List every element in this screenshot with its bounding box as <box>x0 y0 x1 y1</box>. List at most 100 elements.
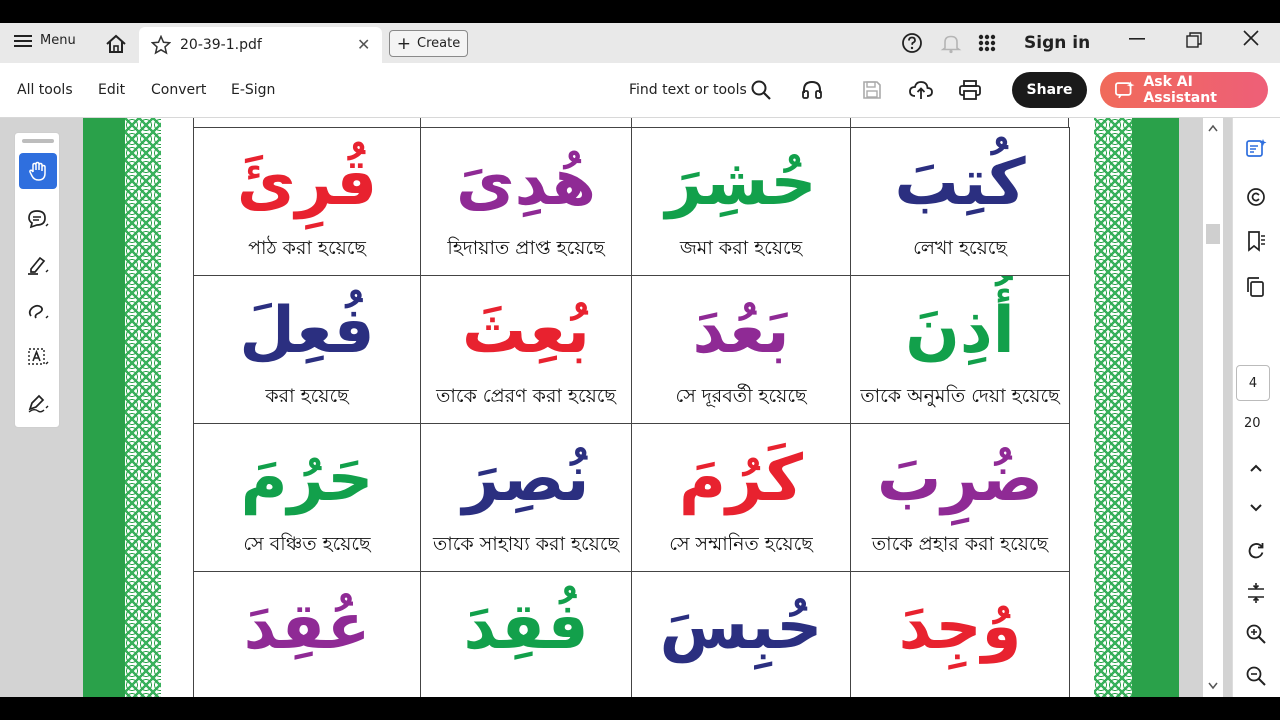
document-tab[interactable]: 20-39-1.pdf ✕ <box>139 27 382 63</box>
table-cell: ضُرِبَ তাকে প্রহার করা হয়েছে <box>850 424 1070 572</box>
arabic-word: بَعُدَ <box>692 294 790 368</box>
arabic-word: فُعِلَ <box>239 294 375 368</box>
all-tools-menu[interactable]: All tools <box>17 82 73 98</box>
zoom-out-icon[interactable] <box>1245 665 1267 691</box>
arabic-word: نُصِرَ <box>462 442 590 516</box>
table-row <box>193 118 1070 128</box>
bottom-black-bar <box>0 697 1280 720</box>
table-row: عُقِدَ فُقِدَ حُبِسَ وُجِدَ <box>193 572 1070 697</box>
menu-button[interactable]: Menu <box>14 33 76 48</box>
hand-icon <box>29 161 46 181</box>
comments-panel-icon[interactable] <box>1245 186 1267 212</box>
right-side-panel <box>1232 118 1280 697</box>
sign-in-link[interactable]: Sign in <box>1024 33 1090 53</box>
chevron-down-icon[interactable] <box>1245 496 1267 522</box>
edit-menu[interactable]: Edit <box>98 82 125 98</box>
chevron-up-icon[interactable] <box>1245 457 1267 483</box>
document-viewer: قُرِئَ পাঠ করা হয়েছে هُدِىَ হিদায়াত প্রাপ… <box>0 118 1232 697</box>
menu-label: Menu <box>40 33 76 48</box>
left-pattern-border <box>125 118 161 697</box>
bangla-meaning: তাকে প্রেরণ করা হয়েছে <box>436 385 616 407</box>
right-green-border <box>1132 118 1179 697</box>
current-page-input[interactable]: 4 <box>1236 365 1270 401</box>
read-aloud-headphones-icon[interactable] <box>801 79 823 105</box>
ask-ai-label: Ask AI Assistant <box>1143 74 1217 106</box>
bangla-meaning: পাঠ করা হয়েছে <box>248 237 366 259</box>
search-icon[interactable] <box>750 79 772 105</box>
convert-menu[interactable]: Convert <box>151 82 206 98</box>
pdf-page: قُرِئَ পাঠ করা হয়েছে هُدِىَ হিদায়াত প্রাপ… <box>83 118 1179 697</box>
vertical-scrollbar[interactable] <box>1203 118 1223 697</box>
document-name: 20-39-1.pdf <box>180 37 262 53</box>
table-body: قُرِئَ পাঠ করা হয়েছে هُدِىَ হিদায়াত প্রাপ… <box>193 128 1070 697</box>
arabic-word: بُعِثَ <box>462 294 590 368</box>
arabic-word: كَرُمَ <box>679 442 803 516</box>
star-icon[interactable] <box>150 34 172 59</box>
highlighter-icon <box>28 256 49 275</box>
table-cell <box>631 118 850 128</box>
help-icon[interactable] <box>901 32 923 54</box>
pen-sign-icon <box>28 394 49 413</box>
bangla-meaning: করা হয়েছে <box>265 385 349 407</box>
arabic-word: وُجِدَ <box>898 590 1022 664</box>
palette-grip[interactable] <box>22 139 54 143</box>
bangla-meaning: জমা করা হয়েছে <box>679 237 803 259</box>
scrollbar-thumb[interactable] <box>1206 224 1220 244</box>
table-row: فُعِلَ করা হয়েছে بُعِثَ তাকে প্রেরণ করা হয… <box>193 276 1070 424</box>
bookmarks-icon[interactable] <box>1245 230 1267 256</box>
table-cell <box>193 118 420 128</box>
table-cell: فُقِدَ <box>420 572 631 697</box>
table-cell: بَعُدَ সে দূরবর্তী হয়েছে <box>631 276 850 424</box>
comment-tool-button[interactable] <box>19 201 57 237</box>
bangla-meaning: সে দূরবর্তী হয়েছে <box>675 385 807 407</box>
bangla-meaning: সে বঞ্চিত হয়েছে <box>243 533 371 555</box>
find-text-label[interactable]: Find text or tools <box>629 82 747 98</box>
zoom-in-icon[interactable] <box>1245 623 1267 649</box>
top-black-bar <box>0 0 1280 23</box>
scroll-down-icon[interactable] <box>1208 682 1218 690</box>
bangla-meaning: তাকে সাহায্য করা হয়েছে <box>432 533 620 555</box>
home-button[interactable] <box>103 31 129 57</box>
left-green-border <box>83 118 125 697</box>
esign-menu[interactable]: E-Sign <box>231 82 275 98</box>
right-pattern-border <box>1094 118 1132 697</box>
table-cell <box>850 118 1069 128</box>
refresh-icon[interactable] <box>1245 540 1267 566</box>
window-minimize-icon[interactable] <box>1128 29 1146 47</box>
text-box-icon <box>28 348 49 365</box>
ask-ai-assistant-button[interactable]: Ask AI Assistant <box>1100 72 1268 108</box>
bangla-meaning: তাকে প্রহার করা হয়েছে <box>871 533 1049 555</box>
bell-icon[interactable] <box>940 32 962 54</box>
table-cell: هُدِىَ হিদায়াত প্রাপ্ত হয়েছে <box>420 128 631 276</box>
close-tab-icon[interactable]: ✕ <box>357 35 370 54</box>
text-tool-button[interactable] <box>19 339 57 375</box>
arabic-word: فُقِدَ <box>463 590 589 664</box>
apps-grid-icon[interactable] <box>978 34 996 52</box>
create-button[interactable]: + Create <box>389 30 468 57</box>
scroll-up-icon[interactable] <box>1208 124 1218 132</box>
ai-summary-icon[interactable] <box>1245 138 1267 164</box>
save-icon[interactable] <box>861 79 883 105</box>
window-restore-icon[interactable] <box>1186 32 1202 48</box>
draw-tool-button[interactable] <box>19 293 57 329</box>
arabic-word: حُبِسَ <box>659 590 823 664</box>
table-row: قُرِئَ পাঠ করা হয়েছে هُدِىَ হিদায়াত প্রাপ… <box>193 128 1070 276</box>
arabic-word: هُدِىَ <box>456 146 596 220</box>
table-cell: كُتِبَ লেখা হয়েছে <box>850 128 1070 276</box>
share-button[interactable]: Share <box>1012 72 1087 108</box>
left-tool-palette <box>14 132 60 428</box>
sign-tool-button[interactable] <box>19 385 57 421</box>
window-close-icon[interactable] <box>1242 29 1260 47</box>
table-cell: وُجِدَ <box>850 572 1070 697</box>
fit-page-icon[interactable] <box>1245 582 1267 608</box>
hand-tool-button[interactable] <box>19 153 57 189</box>
page-thumbnails-icon[interactable] <box>1245 276 1267 302</box>
comment-icon <box>28 210 49 229</box>
print-icon[interactable] <box>958 79 982 105</box>
highlight-tool-button[interactable] <box>19 247 57 283</box>
upload-cloud-icon[interactable] <box>909 79 933 105</box>
table-cell: حَرُمَ সে বঞ্চিত হয়েছে <box>193 424 420 572</box>
arabic-word: ضُرِبَ <box>877 442 1043 516</box>
bangla-meaning: হিদায়াত প্রাপ্ত হয়েছে <box>447 237 605 259</box>
table-cell: عُقِدَ <box>193 572 420 697</box>
